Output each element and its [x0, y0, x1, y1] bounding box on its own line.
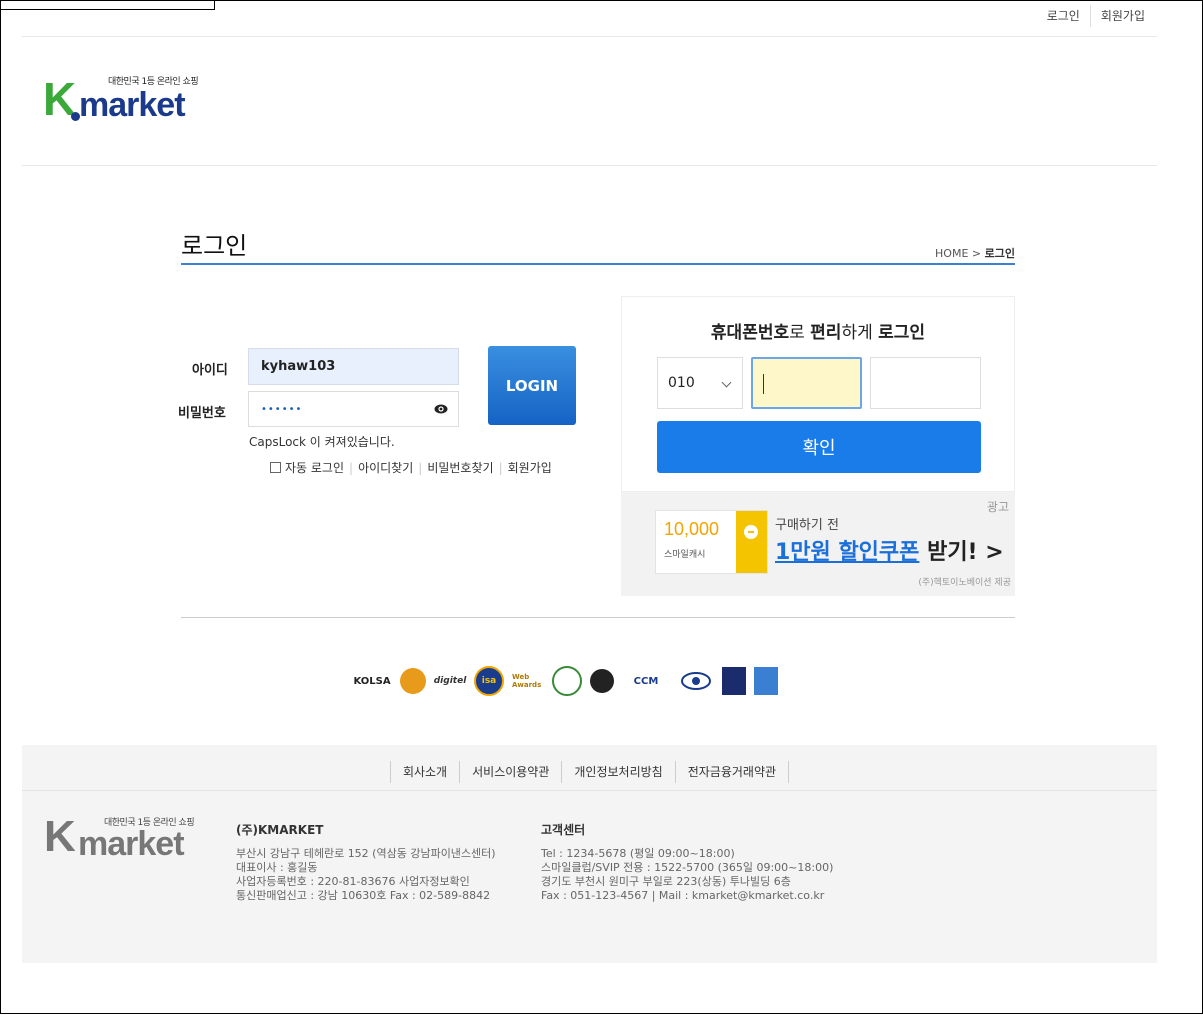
award-badge[interactable]: [400, 668, 426, 694]
eye-logo-icon: [681, 672, 711, 690]
ad-pretext: 구매하기 전: [775, 518, 839, 533]
award-seal-badge[interactable]: [552, 666, 582, 696]
ad-headline-highlight: 1만원 할인쿠폰: [775, 540, 920, 565]
card-stripe: [736, 511, 767, 573]
footer-link-terms[interactable]: 서비스이용약관: [459, 761, 561, 783]
ad-banner[interactable]: 광고 10,000 스마일캐시 구매하기 전 1만원 할인쿠폰 받기! > (주…: [621, 492, 1015, 596]
coin-icon: [744, 525, 758, 539]
top-login-link[interactable]: 로그인: [1037, 5, 1090, 27]
footer-link-efinance[interactable]: 전자금융거래약관: [674, 761, 790, 783]
smile-cash-label: 스마일캐시: [664, 550, 706, 560]
password-label: 비밀번호: [178, 406, 226, 421]
divider: |: [418, 460, 423, 475]
phone-title-part: 편리: [810, 323, 842, 343]
isa-badge[interactable]: isa: [474, 666, 504, 696]
footer-links: 회사소개 서비스이용약관 개인정보처리방침 전자금융거래약관: [22, 761, 1157, 783]
footer-logo-wordmark: market: [78, 825, 185, 863]
company-info: (주)KMARKET 부산시 강남구 테헤란로 152 (역삼동 강남파이낸스센…: [236, 823, 496, 903]
phone-login-title: 휴대폰번호로 편리하게 로그인: [621, 318, 1015, 343]
title-underline: [181, 263, 1015, 265]
id-label: 아이디: [192, 363, 228, 378]
footer-link-privacy[interactable]: 개인정보처리방침: [561, 761, 674, 783]
ad-label: 광고: [986, 500, 1009, 514]
divider: |: [349, 460, 354, 475]
ribbon-badge[interactable]: [590, 669, 614, 693]
find-password-link[interactable]: 비밀번호찾기: [427, 459, 493, 476]
company-line: 부산시 강남구 테헤란로 152 (역삼동 강남파이낸스센터): [236, 847, 496, 860]
signup-link[interactable]: 회원가입: [508, 459, 552, 476]
footer: 회사소개 서비스이용약관 개인정보처리방침 전자금융거래약관 대한민국 1등 온…: [22, 745, 1157, 963]
phone-title-part: 로: [789, 323, 811, 343]
phone-prefix-select[interactable]: 010: [657, 357, 743, 409]
phone-confirm-button[interactable]: 확인: [657, 421, 981, 473]
smile-cash-amount: 10,000: [664, 519, 720, 539]
breadcrumb-home[interactable]: HOME >: [935, 247, 981, 260]
company-line: 대표이사 : 홍길동: [236, 861, 318, 874]
password-input-value: ••••••: [261, 403, 303, 415]
breadcrumb-current: 로그인: [984, 247, 1015, 260]
digitel-badge[interactable]: digitel: [434, 665, 467, 697]
footer-logo-k: K: [44, 812, 76, 861]
web-awards-badge[interactable]: Web Awards: [512, 665, 544, 697]
login-button[interactable]: LOGIN: [488, 346, 576, 425]
customer-center-line: Tel : 1234-5678 (평일 09:00~18:00): [541, 847, 735, 860]
phone-middle-input[interactable]: [751, 357, 862, 409]
phone-last-input[interactable]: [870, 357, 981, 409]
header-divider: [22, 36, 1157, 37]
footer-divider: [22, 790, 1157, 791]
footer-link-about[interactable]: 회사소개: [389, 761, 459, 783]
customer-center-line: 스마일클럽/SVIP 전용 : 1522-5700 (365일 09:00~18…: [541, 861, 834, 874]
ad-provider: (주)헥토이노베이션 제공: [918, 578, 1011, 588]
customer-center: 고객센터 Tel : 1234-5678 (평일 09:00~18:00) 스마…: [541, 823, 833, 903]
auto-login-checkbox[interactable]: [270, 462, 281, 473]
find-id-link[interactable]: 아이디찾기: [358, 459, 413, 476]
password-input[interactable]: ••••••: [248, 391, 459, 427]
ad-headline-rest: 받기! >: [919, 540, 1004, 565]
top-signup-link[interactable]: 회원가입: [1089, 5, 1155, 27]
phone-title-part: 휴대폰번호: [710, 323, 790, 343]
certification-badges: KOLSA digitel isa Web Awards CCM: [352, 665, 786, 697]
breadcrumb: HOME > 로그인: [935, 245, 1015, 261]
smile-cash-card: 10,000 스마일캐시: [655, 510, 768, 574]
window-corner-tab: [0, 0, 215, 10]
company-title: (주)KMARKET: [236, 823, 324, 837]
eye-logo-badge[interactable]: [678, 665, 714, 697]
phone-title-part: 하게: [841, 323, 879, 343]
customer-center-line: 경기도 부천시 원미구 부일로 223(상동) 투나빌딩 6층: [541, 875, 791, 888]
divider: |: [498, 460, 503, 475]
chevron-down-icon: [721, 377, 732, 388]
phone-title-part: 로그인: [878, 323, 926, 343]
phone-prefix-value: 010: [668, 375, 695, 391]
header-bottom-divider: [22, 165, 1157, 166]
page-title: 로그인: [181, 232, 248, 260]
show-password-eye-icon[interactable]: [434, 402, 448, 416]
certification-badge-blue[interactable]: [722, 667, 746, 695]
id-input[interactable]: kyhaw103: [248, 348, 459, 385]
kolsa-badge[interactable]: KOLSA: [352, 665, 392, 697]
text-caret: [763, 374, 764, 394]
capslock-warning: CapsLock 이 켜져있습니다.: [249, 435, 395, 449]
content-divider: [181, 617, 1015, 618]
company-line: 사업자등록번호 : 220-81-83676 사업자정보확인: [236, 875, 470, 888]
id-input-value: kyhaw103: [261, 359, 336, 374]
company-line: 통신판매업신고 : 강남 10630호 Fax : 02-589-8842: [236, 889, 491, 902]
ccm-badge[interactable]: CCM: [622, 665, 670, 697]
auto-login-label[interactable]: 자동 로그인: [285, 459, 344, 476]
ad-headline: 1만원 할인쿠폰 받기! >: [775, 534, 1004, 566]
logo-wordmark: market: [79, 86, 186, 124]
login-helper-links: 자동 로그인 | 아이디찾기 | 비밀번호찾기 | 회원가입: [270, 459, 552, 476]
certification-badge-sky[interactable]: [754, 667, 778, 695]
top-links: 로그인 회원가입: [1037, 5, 1155, 27]
customer-center-title: 고객센터: [541, 823, 586, 837]
customer-center-line: Fax : 051-123-4567 | Mail : kmarket@kmar…: [541, 889, 825, 902]
